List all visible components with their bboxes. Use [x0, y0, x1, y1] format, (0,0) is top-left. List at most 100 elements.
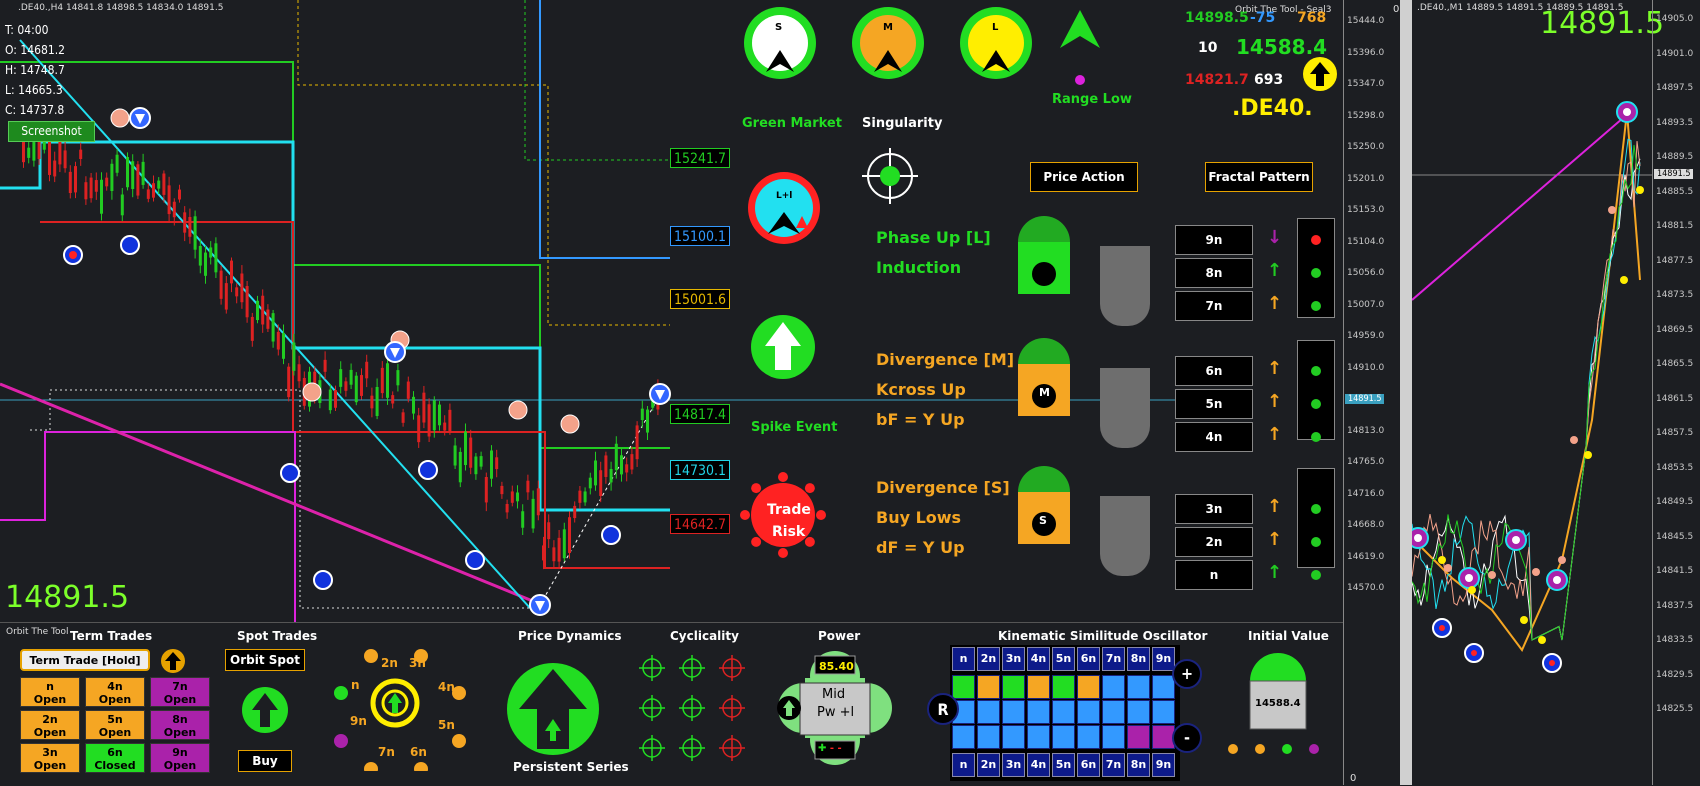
- phase-text: bF = Y Up: [876, 410, 965, 429]
- orbit-label: n: [351, 678, 360, 692]
- n-box[interactable]: 4n: [1175, 422, 1253, 452]
- n-arrow-icon: ↑: [1267, 358, 1283, 379]
- term-cell[interactable]: 2n Open: [20, 710, 80, 740]
- status-light: [1311, 301, 1321, 311]
- chart-header: .DE40.,H4 14841.8 14898.5 14834.0 14891.…: [18, 3, 224, 13]
- cyclicality-grid: [639, 655, 745, 761]
- side-axis-tick: 14881.5: [1656, 221, 1694, 231]
- side-axis-tick: 14893.5: [1656, 117, 1694, 128]
- kso-cell: [1027, 700, 1050, 724]
- phase-gauge: [1018, 216, 1070, 294]
- main-axis-tick: 14910.0: [1347, 362, 1385, 373]
- term-cell[interactable]: 7n Open: [150, 677, 210, 707]
- term-cell-status: Open: [163, 726, 197, 739]
- term-cell[interactable]: n Open: [20, 677, 80, 707]
- n-arrow-icon: ↑: [1267, 496, 1283, 517]
- fractal-pattern-button[interactable]: Fractal Pattern: [1205, 162, 1313, 192]
- main-axis-tick: 15153.0: [1347, 205, 1385, 215]
- term-cell[interactable]: 4n Open: [85, 677, 145, 707]
- up-arrow-icon: [1060, 10, 1100, 48]
- side-axis-tick: 14885.5: [1656, 186, 1694, 197]
- kso-cell: [977, 675, 1000, 699]
- dial-m-letter: M: [883, 22, 893, 33]
- side-axis-tick: 14897.5: [1656, 83, 1694, 93]
- trade-risk-label-1: Trade: [767, 502, 811, 518]
- trade-risk-label-2: Risk: [772, 524, 806, 540]
- cyclicality-title: Cyclicality: [670, 629, 739, 643]
- kso-header-cell: n: [952, 647, 975, 671]
- main-axis-tick: 15444.0: [1347, 16, 1385, 26]
- kso-plus-button[interactable]: +: [1172, 659, 1202, 689]
- main-axis-tick: 14959.0: [1347, 331, 1385, 341]
- main-axis-current: 14891.5: [1345, 394, 1385, 404]
- term-trade-hold-button[interactable]: Term Trade [Hold]: [20, 649, 150, 671]
- persistent-series-label: Persistent Series: [513, 760, 629, 774]
- n-box[interactable]: 6n: [1175, 356, 1253, 386]
- status-light: [1311, 432, 1321, 442]
- side-axis-tick: 14849.5: [1656, 497, 1694, 507]
- kso-footer-cell: 8n: [1127, 753, 1150, 777]
- price-dynamics-title: Price Dynamics: [518, 629, 622, 643]
- power-pw: Pw +l: [817, 705, 855, 720]
- kso-header-cell: 6n: [1077, 647, 1100, 671]
- orbit-label: 6n: [410, 745, 427, 759]
- n-arrow-icon: ↑: [1267, 562, 1283, 583]
- term-cell[interactable]: 9n Open: [150, 743, 210, 773]
- phase-gauge: [1018, 466, 1070, 544]
- screenshot-button[interactable]: Screenshot: [8, 121, 95, 142]
- kso-cell: [977, 725, 1000, 749]
- level-label: 15001.6: [670, 289, 730, 309]
- n-box[interactable]: 9n: [1175, 225, 1253, 255]
- dial-l[interactable]: [960, 7, 1032, 79]
- axis-bottom-marker: 0: [1350, 773, 1357, 784]
- kso-footer-cell: 2n: [977, 753, 1000, 777]
- spot-trades-title: Spot Trades: [237, 629, 318, 643]
- n-box[interactable]: 8n: [1175, 258, 1253, 288]
- n-box[interactable]: 5n: [1175, 389, 1253, 419]
- dial-s[interactable]: [744, 7, 816, 79]
- term-cell-n: 7n: [172, 680, 188, 693]
- n-arrow-icon: ↑: [1267, 391, 1283, 412]
- orbit-label: 9n: [350, 714, 367, 728]
- kso-minus-button[interactable]: -: [1172, 723, 1202, 753]
- term-cell[interactable]: 3n Open: [20, 743, 80, 773]
- kso-header-cell: 5n: [1052, 647, 1075, 671]
- kso-header-cell: 8n: [1127, 647, 1150, 671]
- dial-m[interactable]: [852, 7, 924, 79]
- dashboard: S M L Range Low 14898.5 -75 Orbit The To…: [730, 0, 1340, 622]
- power-status: ✚ - -: [818, 743, 842, 754]
- kso-cell: [1077, 700, 1100, 724]
- orbit-spot-button[interactable]: Orbit Spot: [225, 649, 305, 671]
- main-axis-tick: 15007.0: [1347, 299, 1385, 310]
- n-box[interactable]: 2n: [1175, 527, 1253, 557]
- kso-cell: [1027, 725, 1050, 749]
- dial-s-letter: S: [775, 22, 783, 33]
- lpl-dial: [748, 172, 820, 244]
- main-axis-tick: 14619.0: [1347, 551, 1385, 562]
- main-axis-tick: 15298.0: [1347, 110, 1385, 121]
- stat-low-mid: 693: [1254, 72, 1284, 88]
- term-cell[interactable]: 5n Open: [85, 710, 145, 740]
- status-light: [1311, 235, 1321, 245]
- status-light: [1311, 366, 1321, 376]
- stat-low-left: 14821.7: [1185, 72, 1249, 88]
- kso-cell: [977, 700, 1000, 724]
- n-box[interactable]: 3n: [1175, 494, 1253, 524]
- n-box[interactable]: n: [1175, 560, 1253, 590]
- level-label: 14642.7: [670, 514, 730, 534]
- singularity-label: Singularity: [862, 116, 943, 131]
- kso-cell: [1027, 675, 1050, 699]
- kso-cell: [1152, 700, 1175, 724]
- main-axis-tick: 15104.0: [1347, 236, 1385, 247]
- n-box[interactable]: 7n: [1175, 291, 1253, 321]
- kso-footer-cell: 7n: [1102, 753, 1125, 777]
- kso-r-button[interactable]: R: [927, 693, 959, 725]
- phase-text: Divergence [S]: [876, 478, 1010, 497]
- term-cell[interactable]: 6n Closed: [85, 743, 145, 773]
- n-arrow-icon: ↓: [1267, 227, 1283, 248]
- term-cell-n: 4n: [107, 680, 123, 693]
- side-chart[interactable]: .DE40.,M1 14889.5 14891.5 14889.5 14891.…: [1412, 0, 1664, 785]
- price-action-button[interactable]: Price Action: [1030, 162, 1138, 192]
- buy-button[interactable]: Buy: [238, 750, 292, 772]
- term-cell[interactable]: 8n Open: [150, 710, 210, 740]
